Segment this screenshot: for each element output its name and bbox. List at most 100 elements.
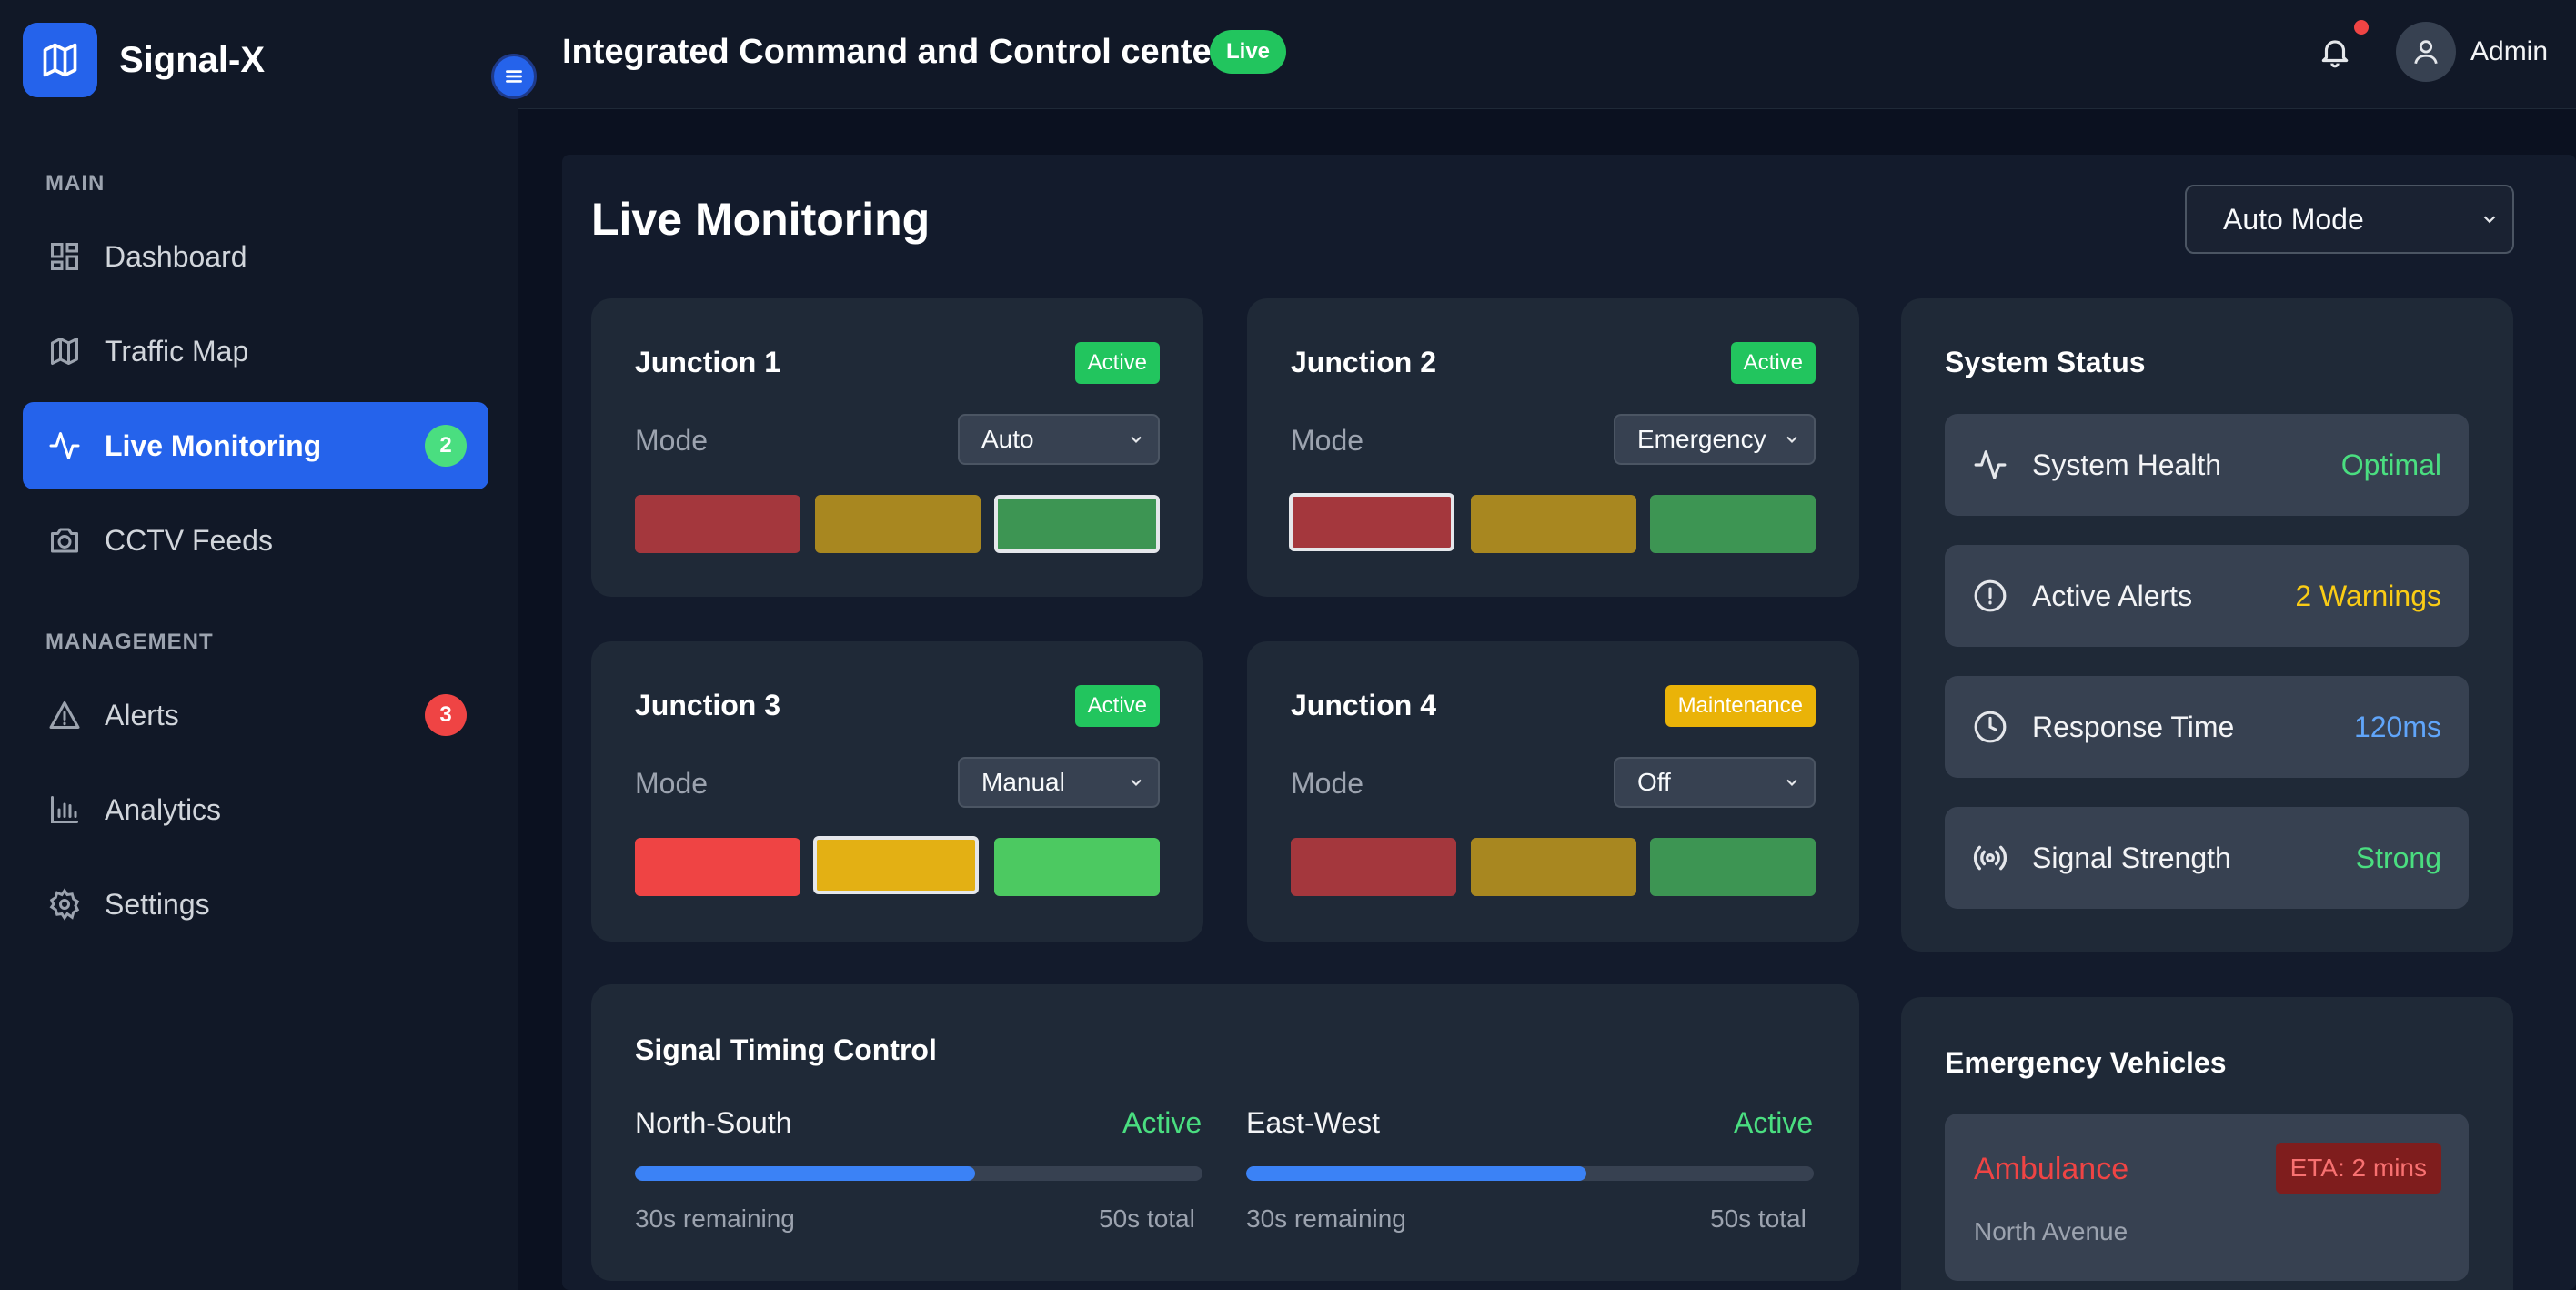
brand-name: Signal-X: [119, 39, 266, 80]
sidebar-item-label: CCTV Feeds: [105, 523, 273, 557]
sidebar-item-label: Alerts: [105, 698, 179, 731]
chevron-down-icon: [1786, 779, 1797, 786]
junction-mode-select[interactable]: Manual: [958, 757, 1160, 808]
chevron-down-icon: [1131, 436, 1142, 443]
direction-state: Active: [1734, 1106, 1814, 1139]
junction-card-3: Junction 3 Active Mode Manual: [591, 641, 1203, 942]
map-logo-icon: [23, 23, 97, 97]
sidebar-toggle-button[interactable]: [491, 54, 537, 99]
dashboard-icon: [46, 238, 83, 275]
camera-icon: [46, 522, 83, 559]
junction-mode-select[interactable]: Emergency: [1614, 414, 1816, 465]
signal-timing-card: Signal Timing Control North-South Active…: [591, 984, 1859, 1281]
avatar[interactable]: [2396, 22, 2456, 82]
status-value: Optimal: [2340, 448, 2441, 481]
sidebar: Signal-X MAIN Dashboard Traffic Map Live…: [0, 0, 518, 1290]
nav-section-main: MAIN: [45, 171, 106, 196]
direction-label: East-West: [1246, 1106, 1380, 1139]
live-badge: Live: [1210, 30, 1287, 74]
sidebar-item-live-monitoring[interactable]: Live Monitoring 2: [23, 402, 488, 489]
sidebar-item-dashboard[interactable]: Dashboard: [23, 213, 488, 300]
brand[interactable]: Signal-X: [23, 23, 265, 97]
junction-title: Junction 3: [635, 689, 781, 721]
sidebar-item-label: Analytics: [105, 792, 222, 826]
junction-mode-value: Manual: [981, 768, 1065, 796]
user-icon: [2414, 40, 2438, 65]
status-row-signal-strength: Signal Strength Strong: [1945, 807, 2469, 909]
junction-mode-select[interactable]: Auto: [958, 414, 1160, 465]
remaining-text: 30s remaining: [635, 1204, 795, 1233]
junction-mode-value: Off: [1637, 768, 1671, 796]
green-light-button[interactable]: [1650, 838, 1816, 896]
direction-state: Active: [1122, 1106, 1202, 1139]
red-light-button[interactable]: [635, 495, 800, 553]
timing-progress-bar: [1246, 1166, 1814, 1181]
user-name[interactable]: Admin: [2470, 36, 2548, 67]
global-mode-value: Auto Mode: [2223, 202, 2364, 236]
alert-circle-icon: [1972, 578, 2008, 614]
total-text: 50s total: [1099, 1204, 1195, 1233]
junction-mode-value: Auto: [981, 425, 1034, 453]
junction-title: Junction 1: [635, 346, 781, 378]
chevron-down-icon: [1786, 436, 1797, 443]
nav-section-management: MANAGEMENT: [45, 630, 214, 654]
remaining-text: 30s remaining: [1246, 1204, 1406, 1233]
green-light-button[interactable]: [994, 495, 1160, 553]
sidebar-item-settings[interactable]: Settings: [23, 861, 488, 948]
direction-label: North-South: [635, 1106, 792, 1139]
yellow-light-button[interactable]: [813, 836, 979, 894]
green-light-button[interactable]: [994, 838, 1160, 896]
eta-badge: ETA: 2 mins: [2275, 1143, 2441, 1194]
yellow-light-button[interactable]: [1471, 838, 1636, 896]
bar-chart-icon: [46, 791, 83, 828]
status-label: Signal Strength: [2032, 842, 2231, 874]
mode-label: Mode: [635, 767, 709, 800]
green-light-button[interactable]: [1650, 495, 1816, 553]
count-badge: 3: [425, 694, 467, 736]
global-mode-select[interactable]: Auto Mode: [2185, 185, 2514, 254]
mode-label: Mode: [1291, 424, 1364, 457]
status-value: Strong: [2355, 842, 2441, 874]
notifications-button[interactable]: [2312, 29, 2358, 75]
junction-mode-select[interactable]: Off: [1614, 757, 1816, 808]
count-badge: 2: [425, 425, 467, 467]
emergency-vehicle-item[interactable]: Ambulance ETA: 2 mins North Avenue: [1945, 1114, 2469, 1281]
status-label: System Health: [2032, 448, 2222, 481]
alert-triangle-icon: [46, 697, 83, 733]
vehicle-type: Ambulance: [1974, 1152, 2129, 1186]
sidebar-item-label: Dashboard: [105, 239, 247, 273]
red-light-button[interactable]: [635, 838, 800, 896]
sidebar-item-cctv-feeds[interactable]: CCTV Feeds: [23, 497, 488, 584]
top-header: Integrated Command and Control center Li…: [518, 0, 2576, 109]
red-light-button[interactable]: [1289, 493, 1454, 551]
activity-icon: [1972, 447, 2008, 483]
gear-icon: [46, 886, 83, 922]
status-value: 2 Warnings: [2295, 579, 2441, 612]
junction-mode-value: Emergency: [1637, 425, 1766, 453]
sidebar-item-alerts[interactable]: Alerts 3: [23, 671, 488, 759]
sidebar-item-label: Traffic Map: [105, 334, 249, 368]
status-value: 120ms: [2353, 711, 2441, 743]
system-status-title: System Status: [1945, 346, 2146, 378]
red-light-button[interactable]: [1291, 838, 1456, 896]
yellow-light-button[interactable]: [1471, 495, 1636, 553]
sidebar-item-analytics[interactable]: Analytics: [23, 766, 488, 853]
status-row-active-alerts: Active Alerts 2 Warnings: [1945, 545, 2469, 647]
yellow-light-button[interactable]: [815, 495, 981, 553]
junction-card-1: Junction 1 Active Mode Auto: [591, 298, 1203, 597]
total-text: 50s total: [1710, 1204, 1806, 1233]
status-badge: Active: [1074, 685, 1160, 727]
junction-title: Junction 4: [1291, 689, 1437, 721]
bell-icon: [2321, 40, 2349, 68]
junction-card-2: Junction 2 Active Mode Emergency: [1247, 298, 1859, 597]
status-badge: Active: [1074, 342, 1160, 384]
status-label: Active Alerts: [2032, 579, 2193, 612]
signal-timing-title: Signal Timing Control: [635, 1033, 937, 1066]
junction-card-4: Junction 4 Maintenance Mode Off: [1247, 641, 1859, 942]
status-row-system-health: System Health Optimal: [1945, 414, 2469, 516]
sidebar-item-label: Settings: [105, 887, 210, 921]
status-label: Response Time: [2032, 711, 2235, 743]
header-title: Integrated Command and Control center: [562, 33, 1225, 71]
clock-icon: [1972, 709, 2008, 745]
sidebar-item-traffic-map[interactable]: Traffic Map: [23, 307, 488, 395]
